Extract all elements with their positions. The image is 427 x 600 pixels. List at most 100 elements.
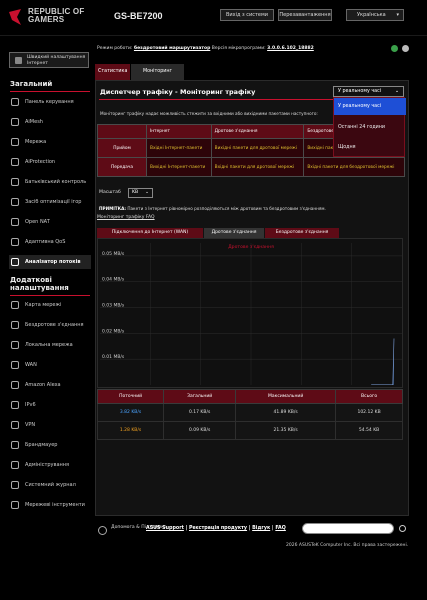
wifi-icon [11,321,19,329]
network-status-icon[interactable] [391,45,398,52]
nav-adaptive-qos[interactable]: Адаптивна QoS [9,235,91,249]
series-line [371,338,395,386]
reboot-button[interactable]: Перезавантаження [278,9,332,21]
chevron-down-icon: ⌄ [394,89,399,94]
option-realtime[interactable]: У реальному часі [334,98,406,115]
brand-name: REPUBLIC OF GAMERS [28,7,85,24]
chart-svg: 0.05 MB/s 0.04 MB/s 0.03 MB/s 0.02 MB/s 0.01… [100,243,402,386]
ipv6-icon [11,401,19,409]
nav-parental-control[interactable]: Батьківський контроль [9,175,91,189]
nav-dashboard[interactable]: Панель керування [9,95,91,109]
series-area [371,338,394,385]
model-name: GS-BE7200 [114,11,163,21]
tab-wan[interactable]: Підключення до Інтернет (WAN) [97,228,203,238]
nav-network[interactable]: Мережа [9,135,91,149]
table-cell: Вихідні пакети для дротової мережі [210,138,305,158]
gamepad-icon [11,198,19,206]
globe-icon [11,361,19,369]
product-registration-link[interactable]: Реєстрація продукту [189,526,247,531]
table-cell: Вхідні пакети для дротової мережі [210,157,305,177]
footer-links: ASUS Support | Реєстрація продукту | Від… [146,526,286,531]
nav-open-nat[interactable]: Open NAT [9,215,91,229]
max-rate: 41.89 KB/s [235,403,337,422]
nav-traffic-analyzer[interactable]: Аналізатор потоків [9,255,91,269]
nav-network-tools[interactable]: Мережеві інструменти [9,498,91,512]
y-tick-label: 0.05 MB/s [102,251,125,257]
tab-wireless[interactable]: Бездротове з'єднання [265,228,339,238]
table-header: Загальний [163,389,237,404]
asus-support-link[interactable]: ASUS Support [146,526,184,531]
admin-icon [11,461,19,469]
y-tick-label: 0.01 MB/s [102,354,125,360]
option-last-24h[interactable]: Останні 24 години [334,119,406,136]
section-divider [10,295,90,296]
tab-traffic-monitor[interactable]: Моніторинг трафіку [131,64,184,90]
vpn-icon [11,421,19,429]
top-bar: REPUBLIC OF GAMERS GS-BE7200 Вихід з сис… [0,0,427,36]
total-amount: 102.12 KB [335,403,403,422]
chevron-down-icon: ▾ [396,12,399,18]
firmware-link[interactable]: 3.0.0.6.102_18882 [267,46,314,51]
settings-status-icon[interactable] [401,45,409,52]
nav-amazon-alexa[interactable]: Amazon Alexa [9,378,91,392]
table-header: Всього [335,389,403,404]
nav-firewall[interactable]: Брандмауер [9,438,91,452]
table-cell: Вхідні пакети для бездротової мережі [303,157,405,177]
nav-wan[interactable]: WAN [9,358,91,372]
nav-administration[interactable]: Адміністрування [9,458,91,472]
map-icon [11,301,19,309]
chevron-down-icon: ⌄ [145,190,149,195]
nav-aiprotection[interactable]: AiProtection [9,155,91,169]
table-header: Інтернет [146,124,212,139]
section-advanced-title: Додаткові налаштування [10,276,69,292]
time-range-value: У реальному часі [338,89,382,94]
nav-aimesh[interactable]: AiMesh [9,115,91,129]
tab-statistics[interactable]: Статистика [95,64,130,80]
tab-wired[interactable]: Дротове з'єднання [204,228,264,238]
wizard-icon [15,57,22,64]
page-title: Диспетчер трафіку - Моніторинг трафіку [100,88,256,96]
shield-icon [11,158,19,166]
alexa-icon [11,381,19,389]
nav-system-log[interactable]: Системний журнал [9,478,91,492]
row-label: Передача [97,157,147,177]
search-icon[interactable] [399,525,406,532]
section-divider [10,91,90,92]
nav-vpn[interactable]: VPN [9,418,91,432]
nav-lan[interactable]: Локальна мережа [9,338,91,352]
nav-wireless[interactable]: Бездротове з'єднання [9,318,91,332]
status-line: Режим роботи: бездротовий маршрутизатор … [97,46,314,51]
footer-faq-link[interactable]: FAQ [275,526,286,531]
scale-value: KB [132,190,139,195]
logout-button[interactable]: Вихід з системи [220,9,274,21]
lan-icon [11,341,19,349]
time-range-select[interactable]: У реальному часі ⌄ [333,86,404,97]
footer-search-input[interactable] [302,523,394,534]
log-icon [11,481,19,489]
table-row: 3.82 KB/s 0.17 KB/s 41.89 KB/s 102.12 KB [96,403,403,422]
operation-mode-link[interactable]: бездротовий маршрутизатор [134,46,210,51]
note-text: ПРИМІТКА: Пакети з Інтернет рівномірно р… [99,206,326,211]
qos-icon [11,238,19,246]
max-rate: 21.35 KB/s [235,421,337,440]
faq-link[interactable]: Моніторинг трафіку FAQ [97,215,155,220]
y-tick-label: 0.02 MB/s [102,328,125,334]
table-cell: Вхідні Інтернет-пакети [146,138,212,158]
nav-game-booster[interactable]: Засіб оптимізації ігор [9,195,91,209]
option-daily[interactable]: Щодня [334,139,406,156]
quick-setup-button[interactable]: Швидкий налаштування Інтернет [9,52,89,68]
section-general-title: Загальний [10,80,53,88]
status-icons [389,45,409,54]
language-select[interactable]: Українська ▾ [346,9,404,21]
feedback-link[interactable]: Відгук [252,526,270,531]
parental-icon [11,178,19,186]
scale-select[interactable]: KB ⌄ [128,188,153,198]
nav-network-map[interactable]: Карта мережі [9,298,91,312]
aimesh-icon [11,118,19,126]
average-rate: 0.09 KB/s [163,421,237,440]
table-row: Передача Вихідні Інтернет-пакети Вхідні … [97,157,405,177]
time-range-options: У реальному часі Останні 24 години Щодня [333,97,406,157]
nav-ipv6[interactable]: IPv6 [9,398,91,412]
page-description: Моніторинг трафіку надає можливість стеж… [100,111,318,116]
table-row: 1.28 KB/s 0.09 KB/s 21.35 KB/s 54.54 KB [96,421,403,440]
